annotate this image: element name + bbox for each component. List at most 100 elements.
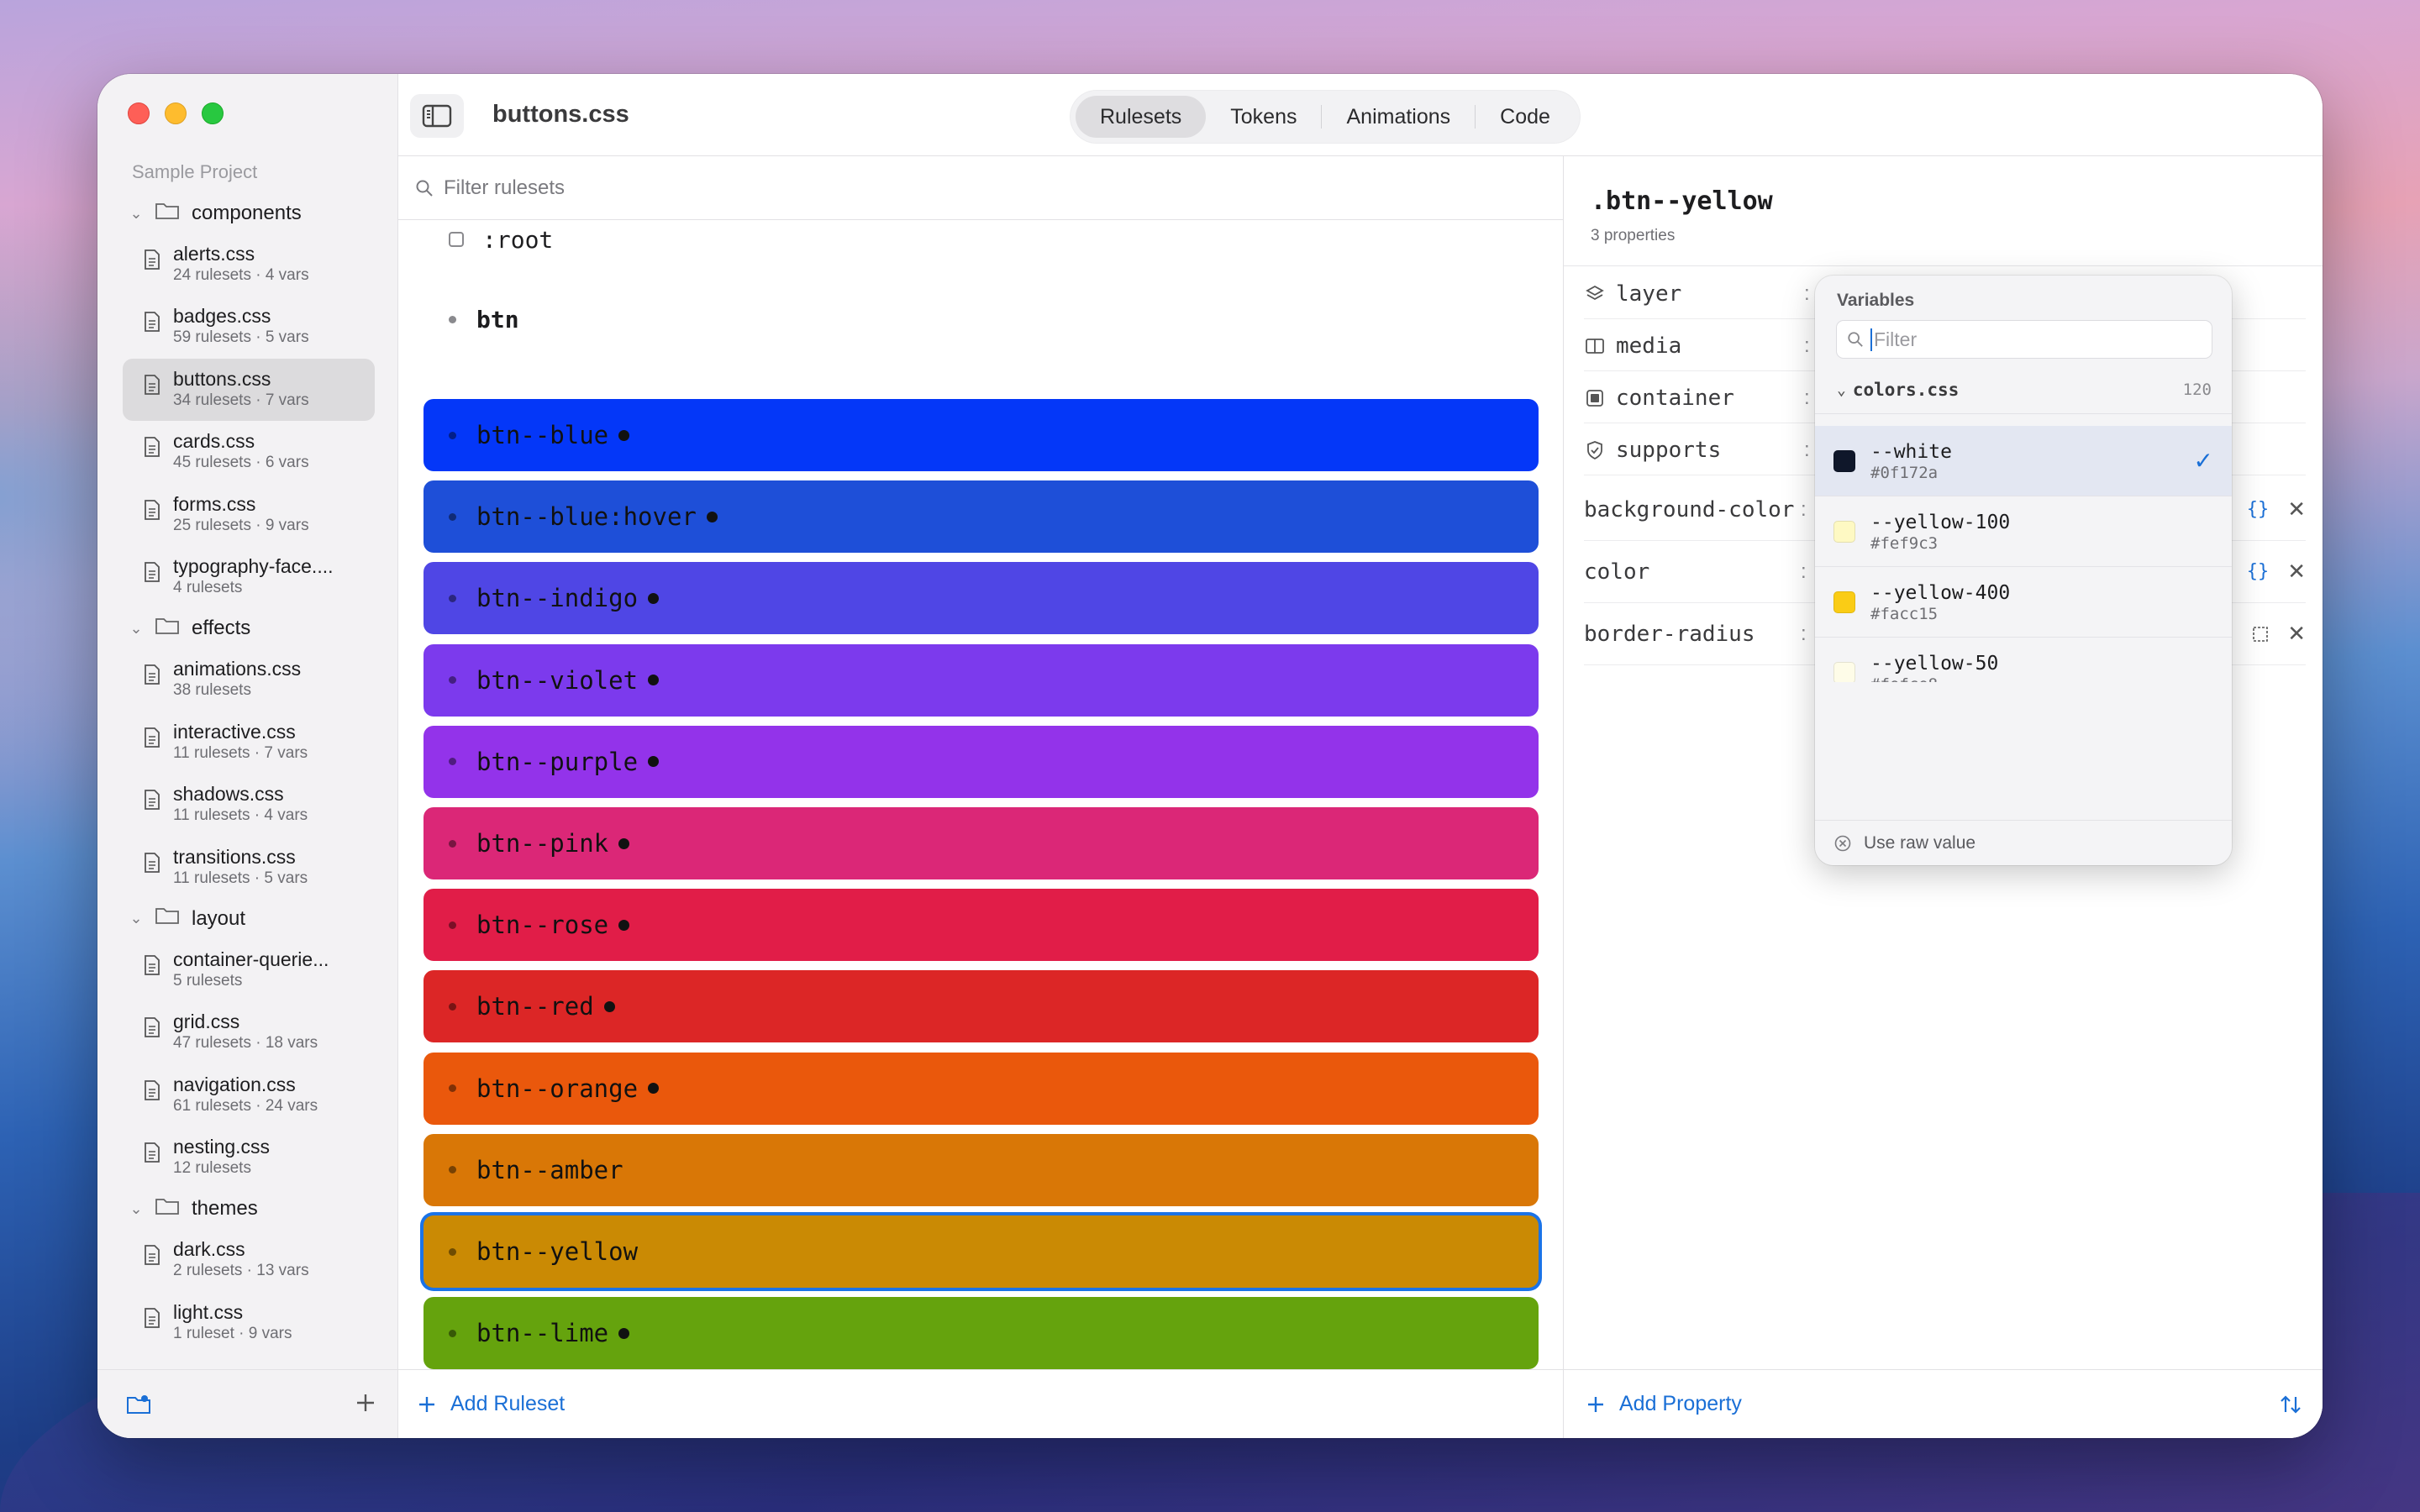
file-name: transitions.css	[173, 845, 296, 868]
document-icon	[143, 954, 161, 980]
variable-item[interactable]: --yellow-100 #fef9c3	[1815, 496, 2232, 567]
file-item[interactable]: shadows.css 11 rulesets · 4 vars	[126, 774, 387, 836]
variables-filter-input[interactable]: Filter	[1837, 321, 2212, 358]
variable-icon[interactable]: {}	[2247, 499, 2270, 520]
minimize-window-button[interactable]	[165, 102, 187, 124]
folder-layout[interactable]: ⌄ layout	[126, 899, 387, 939]
ruleset-row[interactable]: btn--orange	[424, 1052, 1539, 1125]
ruleset-row[interactable]: btn--blue:hover	[424, 480, 1539, 554]
folder-themes[interactable]: ⌄ themes	[126, 1189, 387, 1229]
use-raw-value-button[interactable]: Use raw value	[1815, 820, 2232, 865]
ruleset-row[interactable]: btn--amber	[424, 1133, 1539, 1206]
folder-effects[interactable]: ⌄ effects	[126, 608, 387, 648]
file-meta: 12 rulesets	[173, 1159, 251, 1178]
ruleset-row[interactable]: btn--violet	[424, 643, 1539, 717]
property-actions: } ✕	[2223, 621, 2306, 647]
chevron-down-icon[interactable]: ⌄	[126, 1199, 146, 1219]
zoom-window-button[interactable]	[202, 102, 224, 124]
ruleset-row[interactable]: btn--lime	[424, 1297, 1539, 1370]
file-name: container-querie...	[173, 948, 329, 970]
file-meta: 11 rulesets · 7 vars	[173, 743, 308, 762]
file-name: alerts.css	[173, 243, 255, 265]
view-tabs: Rulesets Tokens Animations Code	[1071, 91, 1580, 143]
file-item[interactable]: grid.css 47 rulesets · 18 vars	[126, 1001, 387, 1063]
variable-value: #0f172a	[1870, 463, 1939, 482]
meta-row-label: media	[1616, 333, 1682, 359]
bullet-icon	[449, 431, 456, 439]
file-item[interactable]: typography-face.... 4 rulesets	[126, 546, 387, 608]
file-meta: 59 rulesets · 5 vars	[173, 328, 309, 347]
root-label: :root	[482, 225, 554, 254]
modified-dot-icon	[648, 592, 660, 604]
chevron-down-icon[interactable]: ⌄	[126, 909, 146, 929]
document-icon	[143, 1079, 161, 1105]
modified-dot-icon	[618, 919, 630, 931]
ruleset-name: btn--lime	[476, 1319, 609, 1348]
tab-tokens[interactable]: Tokens	[1206, 96, 1321, 138]
close-window-button[interactable]	[128, 102, 150, 124]
ruleset-name: btn--violet	[476, 665, 639, 695]
file-item[interactable]: dark.css 2 rulesets · 13 vars	[126, 1229, 387, 1291]
file-item[interactable]: alerts.css 24 rulesets · 4 vars	[126, 234, 387, 296]
remove-icon[interactable]: ✕	[2287, 496, 2306, 522]
chevron-down-icon[interactable]: ⌄	[126, 618, 146, 638]
plus-icon	[1588, 1396, 1603, 1412]
tab-animations[interactable]: Animations	[1322, 96, 1475, 138]
file-meta: 5 rulesets	[173, 971, 243, 990]
expand-icon[interactable]	[2252, 626, 2269, 643]
add-ruleset-label: Add Ruleset	[450, 1392, 566, 1415]
add-ruleset-button[interactable]: Add Ruleset	[398, 1369, 1563, 1438]
group-name: colors.css	[1852, 380, 1960, 400]
ruleset-row[interactable]: btn--yellow	[424, 1215, 1539, 1288]
variable-group-header[interactable]: ⌄ colors.css 120	[1837, 380, 2212, 400]
chevron-down-icon[interactable]: ⌄	[126, 203, 146, 223]
ruleset-row[interactable]: btn--purple	[424, 725, 1539, 798]
ruleset-row[interactable]: btn--red	[424, 970, 1539, 1043]
folder-components[interactable]: ⌄ components	[126, 193, 387, 234]
meta-row-label: layer	[1616, 281, 1682, 307]
plus-icon	[419, 1396, 434, 1412]
variable-item[interactable]: --white #0f172a ✓	[1815, 426, 2232, 496]
file-item[interactable]: navigation.css 61 rulesets · 24 vars	[126, 1064, 387, 1126]
sidebar: Sample Project ⌄ components alerts.css 24 r…	[97, 74, 398, 1438]
sidebar-toggle-button[interactable]	[410, 94, 464, 138]
ruleset-row[interactable]: btn--blue	[424, 399, 1539, 471]
new-folder-icon[interactable]	[126, 1394, 151, 1415]
file-item[interactable]: container-querie... 5 rulesets	[126, 939, 387, 1001]
file-item[interactable]: interactive.css 11 rulesets · 7 vars	[126, 711, 387, 774]
file-item[interactable]: nesting.css 12 rulesets	[126, 1126, 387, 1189]
file-item[interactable]: animations.css 38 rulesets	[126, 648, 387, 711]
group-count: 120	[2182, 381, 2212, 399]
ruleset-btn[interactable]: btn	[449, 295, 519, 344]
variable-icon[interactable]: {}	[2247, 561, 2270, 582]
add-file-icon[interactable]	[355, 1392, 376, 1414]
ruleset-root[interactable]: :root	[449, 215, 553, 264]
color-swatch	[1833, 661, 1855, 682]
remove-icon[interactable]: ✕	[2287, 621, 2306, 647]
document-icon	[143, 1142, 161, 1168]
file-item[interactable]: cards.css 45 rulesets · 6 vars	[126, 421, 387, 483]
ruleset-name: btn--rose	[476, 911, 609, 940]
ruleset-filter[interactable]: Filter rulesets	[398, 156, 1563, 220]
variable-item[interactable]: --yellow-50#fefce8	[1815, 638, 2232, 682]
file-item[interactable]: forms.css 25 rulesets · 9 vars	[126, 484, 387, 546]
tab-code[interactable]: Code	[1476, 96, 1575, 138]
sidebar-footer	[97, 1369, 398, 1438]
colon: :	[1801, 622, 1807, 645]
tab-rulesets[interactable]: Rulesets	[1076, 96, 1207, 138]
remove-icon[interactable]: ✕	[2287, 559, 2306, 585]
variable-item[interactable]: --yellow-400 #facc15	[1815, 567, 2232, 638]
ruleset-row[interactable]: btn--rose	[424, 889, 1539, 962]
ruleset-row[interactable]: btn--indigo	[424, 562, 1539, 635]
file-item[interactable]: transitions.css 11 rulesets · 5 vars	[126, 837, 387, 899]
file-item[interactable]: light.css 1 ruleset · 9 vars	[126, 1292, 387, 1354]
file-item[interactable]: buttons.css 34 rulesets · 7 vars	[123, 358, 375, 422]
ruleset-row[interactable]: btn--pink	[424, 807, 1539, 879]
search-icon	[1848, 332, 1863, 347]
sort-icon[interactable]	[2279, 1394, 2302, 1415]
file-name: animations.css	[173, 658, 302, 680]
add-property-button[interactable]: Add Property	[1564, 1369, 2323, 1438]
file-item[interactable]: badges.css 59 rulesets · 5 vars	[126, 296, 387, 358]
color-swatch	[1833, 520, 1855, 543]
document-icon	[143, 436, 161, 462]
